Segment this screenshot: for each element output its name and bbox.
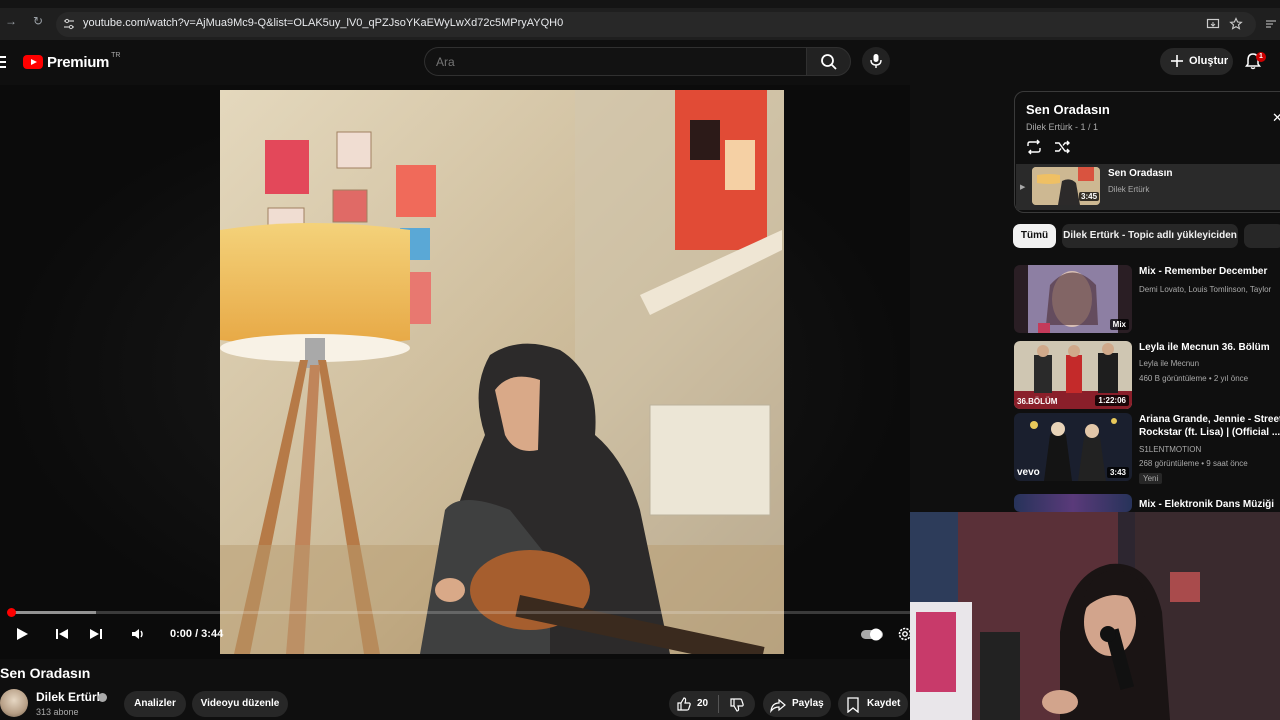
share-icon	[770, 698, 786, 713]
autoplay-toggle[interactable]	[860, 626, 884, 642]
forward-icon[interactable]: →	[4, 14, 18, 28]
recommendation-thumbnail[interactable]: 36.BÖLÜM 1:22:06	[1014, 341, 1132, 409]
recommendation-item[interactable]: Mix - Elektronik Dans Müziği	[1014, 494, 1280, 512]
play-icon[interactable]	[14, 626, 30, 642]
webcam-image	[910, 512, 1280, 720]
create-label[interactable]: Oluştur	[1189, 55, 1228, 67]
webcam-overlay	[910, 512, 1280, 720]
channel-name[interactable]: Dilek Ertürk	[36, 690, 103, 704]
playlist-title[interactable]: Sen Oradasın	[1026, 102, 1110, 117]
chip-all[interactable]: Tümü	[1013, 224, 1056, 248]
recommendation-meta: Demi Lovato, Louis Tomlinson, Taylor	[1139, 285, 1272, 294]
save-bookmark-icon	[847, 697, 859, 713]
edit-video-button[interactable]: Videoyu düzenle	[192, 691, 288, 717]
time-display: 0:00 / 3:44	[170, 628, 224, 640]
playlist-item-duration: 3:45	[1079, 192, 1100, 201]
site-settings-icon[interactable]	[62, 17, 76, 31]
next-icon[interactable]	[88, 626, 104, 642]
recommendation-title[interactable]: Mix - Elektronik Dans Müziği	[1139, 498, 1280, 511]
recommendation-duration: 3:43	[1106, 467, 1129, 478]
mix-tag: Mix	[1109, 319, 1129, 330]
reload-icon[interactable]: ↻	[31, 14, 45, 28]
analytics-button[interactable]: Analizler	[124, 691, 186, 717]
recommendation-item[interactable]: 36.BÖLÜM 1:22:06 Leyla ile Mecnun 36. Bö…	[1014, 341, 1280, 409]
menu-icon[interactable]	[0, 56, 6, 68]
microphone-icon	[870, 54, 882, 68]
url-text[interactable]: youtube.com/watch?v=AjMua9Mc9-Q&list=OLA…	[83, 17, 563, 29]
voice-search-button[interactable]	[862, 47, 890, 75]
recommendation-title[interactable]: Leyla ile Mecnun 36. Bölüm	[1139, 341, 1280, 354]
vevo-logo: vevo	[1017, 467, 1040, 478]
like-icon[interactable]	[676, 696, 692, 712]
bookmark-star-icon[interactable]	[1229, 17, 1243, 31]
recommendation-item[interactable]: Mix Mix - Remember December Demi Lovato,…	[1014, 265, 1280, 333]
progress-scrubber[interactable]	[7, 608, 16, 617]
verified-icon	[98, 693, 107, 702]
reading-list-icon[interactable]	[1264, 17, 1278, 31]
chip-topic-uploader[interactable]: Dilek Ertürk - Topic adlı yükleyiciden	[1062, 224, 1238, 248]
recommendation-title[interactable]: Mix - Remember December	[1139, 265, 1280, 278]
recommendation-stats: 268 görüntüleme • 9 saat önce	[1139, 459, 1248, 468]
tab-strip	[0, 0, 1280, 8]
video-frame[interactable]	[220, 90, 784, 654]
search-button[interactable]	[806, 47, 851, 76]
recommendation-thumbnail[interactable]: Mix	[1014, 265, 1132, 333]
recommendation-stats: 460 B görüntüleme • 2 yıl önce	[1139, 374, 1249, 383]
install-app-icon[interactable]	[1206, 17, 1220, 31]
recommendation-channel: Leyla ile Mecnun	[1139, 359, 1200, 368]
channel-avatar[interactable]	[0, 689, 28, 717]
playlist-item-channel: Dilek Ertürk	[1108, 185, 1150, 194]
progress-buffered	[10, 611, 96, 614]
video-title: Sen Oradasın	[0, 665, 91, 681]
recommendation-item[interactable]: vevo 3:43 Ariana Grande, Jennie - Street…	[1014, 413, 1280, 484]
recommendation-thumbnail[interactable]	[1014, 494, 1132, 512]
recommendation-title[interactable]: Ariana Grande, Jennie - Street Rockstar …	[1139, 413, 1280, 439]
like-count[interactable]: 20	[697, 698, 708, 709]
youtube-play-icon	[23, 55, 43, 69]
video-still-image	[220, 90, 784, 654]
playlist-subtitle: Dilek Ertürk - 1 / 1	[1026, 122, 1099, 132]
subscriber-count: 313 abone	[36, 707, 79, 717]
close-icon[interactable]: ✕	[1272, 110, 1280, 125]
logo-region: TR	[111, 51, 121, 59]
chip-next[interactable]	[1244, 224, 1280, 248]
dislike-icon[interactable]	[729, 697, 745, 713]
youtube-premium-logo[interactable]: Premium TR	[23, 51, 121, 71]
progress-bar[interactable]	[10, 611, 910, 614]
recommendation-channel: S1LENTMOTION	[1139, 445, 1202, 454]
logo-text: Premium	[47, 53, 110, 71]
new-badge: Yeni	[1139, 473, 1163, 484]
previous-icon[interactable]	[54, 626, 70, 642]
volume-icon[interactable]	[130, 626, 146, 642]
notification-badge: 1	[1256, 52, 1266, 62]
shuffle-icon[interactable]	[1054, 139, 1070, 155]
search-icon	[821, 54, 837, 70]
like-divider	[718, 695, 719, 713]
loop-icon[interactable]	[1026, 139, 1042, 155]
thumbnail-label: 36.BÖLÜM	[1017, 397, 1058, 406]
search-input[interactable]	[436, 55, 796, 69]
recommendation-thumbnail[interactable]: vevo 3:43	[1014, 413, 1132, 481]
playlist-item-title[interactable]: Sen Oradasın	[1108, 168, 1172, 179]
plus-icon	[1171, 55, 1183, 67]
now-playing-icon: ▶	[1020, 184, 1026, 191]
recommendation-duration: 1:22:06	[1095, 395, 1129, 406]
